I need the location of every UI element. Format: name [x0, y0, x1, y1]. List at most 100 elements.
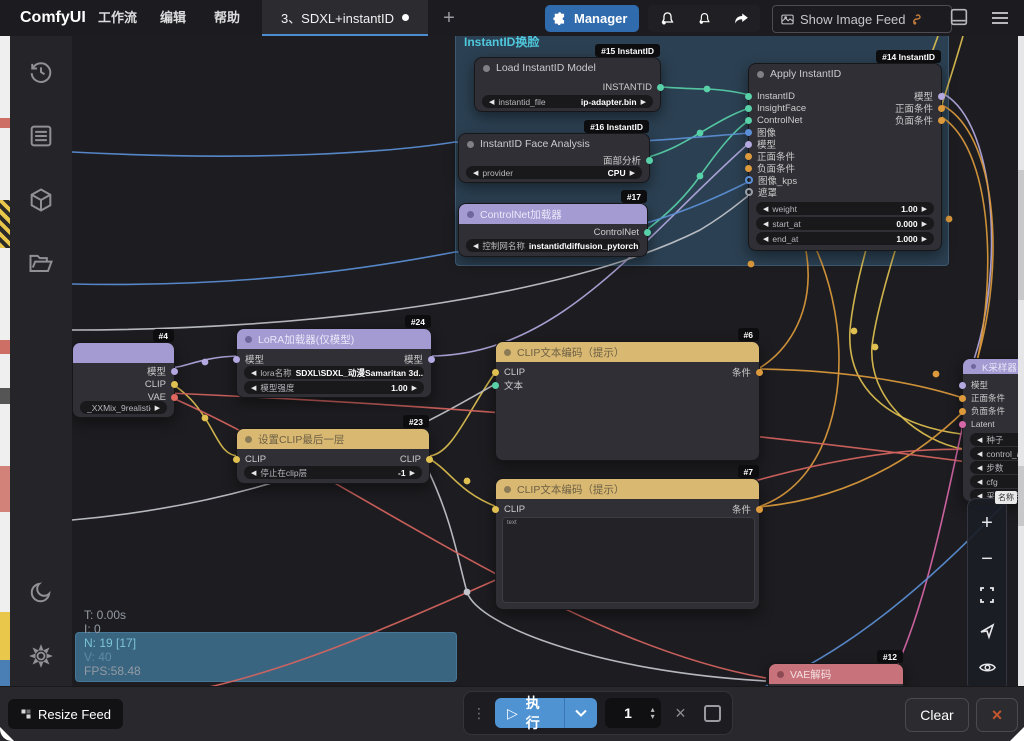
control-after-widget[interactable]: ◀control_af	[970, 447, 1024, 460]
node-header[interactable]: CLIP文本编码（提示）	[496, 479, 759, 499]
node-vae-decode[interactable]: #12 VAE解码	[768, 663, 904, 688]
ckpt-name-widget[interactable]: _XXMix_9realisticS...▶	[80, 401, 167, 414]
theme-moon-icon[interactable]	[27, 578, 55, 606]
node-apply-instantid[interactable]: #14 InstantID Apply InstantID InstantID …	[748, 63, 942, 251]
zoom-out-icon[interactable]: −	[976, 548, 998, 570]
input-slot-insightface[interactable]	[745, 105, 752, 112]
input-slot-model[interactable]	[959, 382, 966, 389]
collapse-dot[interactable]	[504, 349, 511, 356]
weight-widget[interactable]: ◀weight1.00▶	[756, 202, 934, 215]
share-arrow-icon[interactable]	[733, 10, 750, 27]
controlnet-name-widget[interactable]: ◀控制网名称instantid\diffusion_pytorch_...▶	[466, 239, 640, 252]
output-slot-model[interactable]	[938, 93, 945, 100]
workflow-tab[interactable]: 3、SDXL+instantID	[262, 0, 428, 36]
input-slot-image-kps[interactable]	[745, 176, 753, 184]
run-options-chevron-icon[interactable]	[565, 709, 597, 717]
zoom-in-icon[interactable]: +	[976, 512, 998, 534]
bell-icon[interactable]	[659, 10, 676, 27]
close-feed-button[interactable]: ×	[976, 698, 1018, 732]
node-header[interactable]: 设置CLIP最后一层	[237, 429, 429, 449]
menu-workflow[interactable]: 工作流	[98, 0, 137, 36]
input-slot-clip[interactable]	[492, 369, 499, 376]
run-button[interactable]: ▷执行	[495, 698, 597, 728]
stop-at-clip-layer-widget[interactable]: ◀停止在clip层-1▶	[244, 466, 422, 479]
input-slot-model[interactable]	[233, 356, 240, 363]
input-slot-image[interactable]	[745, 129, 752, 136]
manager-button[interactable]: Manager	[545, 5, 639, 32]
node-ksampler[interactable]: K采样器 模型 正面条件 负面条件 Latent ◀种子 ◀control_af…	[962, 358, 1024, 502]
batch-count-stepper[interactable]: 1 ▴▾	[605, 698, 660, 728]
toggle-links-eye-icon[interactable]	[976, 656, 998, 678]
node-clip-text-encode-positive[interactable]: #6 CLIP文本编码（提示） CLIP 条件 文本	[495, 341, 760, 461]
input-slot-text[interactable]	[492, 382, 499, 389]
node-header[interactable]: LoRA加载器(仅模型)	[237, 329, 431, 349]
output-slot-faceanalysis[interactable]	[646, 157, 653, 164]
menu-help[interactable]: 帮助	[214, 0, 240, 36]
collapse-dot[interactable]	[777, 671, 784, 678]
input-slot-clip[interactable]	[233, 456, 240, 463]
output-slot-clip[interactable]	[426, 456, 433, 463]
cancel-run-icon[interactable]: ×	[669, 703, 693, 724]
node-header[interactable]: K采样器	[963, 359, 1024, 374]
node-checkpoint-loader[interactable]: #4 模型 CLIP VAE _XXMix_9realisticS...▶	[72, 342, 175, 418]
output-slot-negative[interactable]	[938, 117, 945, 124]
node-instantid-face-analysis[interactable]: #16 InstantID InstantID Face Analysis 面部…	[458, 133, 650, 183]
input-slot-latent[interactable]	[959, 421, 966, 428]
bottom-panel-icon[interactable]	[948, 6, 970, 28]
collapse-dot[interactable]	[504, 486, 511, 493]
collapse-dot[interactable]	[467, 211, 474, 218]
clear-button[interactable]: Clear	[905, 698, 969, 732]
history-icon[interactable]	[27, 58, 55, 86]
node-header[interactable]	[73, 343, 174, 363]
node-clip-set-last-layer[interactable]: #23 设置CLIP最后一层 CLIP CLIP ◀停止在clip层-1▶	[236, 428, 430, 484]
collapse-dot[interactable]	[245, 336, 252, 343]
bell-small-icon[interactable]	[697, 11, 712, 26]
output-slot-positive[interactable]	[938, 105, 945, 112]
output-slot-conditioning[interactable]	[756, 369, 763, 376]
input-slot-instantid[interactable]	[745, 93, 752, 100]
node-controlnet-loader[interactable]: #17 ControlNet加载器 ControlNet ◀控制网名称insta…	[458, 203, 648, 257]
output-slot-controlnet[interactable]	[644, 229, 651, 236]
input-slot-positive[interactable]	[959, 395, 966, 402]
node-lora-loader[interactable]: #24 LoRA加载器(仅模型) 模型 模型 ◀lora名称SDXL\SDXL_…	[236, 328, 432, 398]
widget-next-icon[interactable]: ▶	[155, 404, 160, 412]
collapse-dot[interactable]	[467, 141, 474, 148]
seed-widget[interactable]: ◀种子	[970, 433, 1024, 446]
prompt-textarea[interactable]: text	[502, 517, 755, 603]
instantid-file-widget[interactable]: ◀instantid_fileip-adapter.bin▶	[482, 95, 653, 108]
output-slot-conditioning[interactable]	[756, 506, 763, 513]
select-cursor-icon[interactable]	[976, 620, 998, 642]
output-slot-clip[interactable]	[171, 381, 178, 388]
settings-gear-icon[interactable]	[27, 642, 55, 670]
node-header[interactable]: Load InstantID Model	[475, 58, 660, 78]
output-slot-instantid[interactable]	[657, 84, 664, 91]
drag-handle[interactable]: ⋮	[472, 705, 487, 722]
output-slot-model[interactable]	[428, 356, 435, 363]
input-slot-controlnet[interactable]	[745, 117, 752, 124]
end-at-widget[interactable]: ◀end_at1.000▶	[756, 232, 934, 245]
resize-feed-button[interactable]: Resize Feed	[8, 699, 123, 729]
collapse-dot[interactable]	[483, 65, 490, 72]
output-slot-model[interactable]	[171, 368, 178, 375]
model-library-icon[interactable]	[27, 186, 55, 214]
input-slot-positive[interactable]	[745, 153, 752, 160]
new-workflow-button[interactable]: +	[436, 4, 462, 32]
count-down-icon[interactable]: ▾	[651, 713, 655, 720]
node-header[interactable]: Apply InstantID	[749, 64, 941, 84]
steps-widget[interactable]: ◀步数	[970, 461, 1024, 474]
node-load-instantid-model[interactable]: #15 InstantID Load InstantID Model INSTA…	[474, 57, 661, 112]
lora-name-widget[interactable]: ◀lora名称SDXL\SDXL_动漫Samaritan 3d...▶	[244, 366, 424, 379]
node-header[interactable]: VAE解码	[769, 664, 903, 684]
input-slot-negative[interactable]	[745, 165, 752, 172]
input-slot-model[interactable]	[745, 141, 752, 148]
queue-log-icon[interactable]	[27, 122, 55, 150]
hamburger-menu-icon[interactable]	[988, 6, 1012, 30]
collapse-dot[interactable]	[971, 364, 976, 369]
provider-widget[interactable]: ◀providerCPU▶	[466, 166, 642, 179]
collapse-dot[interactable]	[757, 71, 764, 78]
node-clip-text-encode-negative[interactable]: #7 CLIP文本编码（提示） CLIP 条件 text	[495, 478, 760, 610]
start-at-widget[interactable]: ◀start_at0.000▶	[756, 217, 934, 230]
menu-edit[interactable]: 编辑	[160, 0, 186, 36]
input-slot-negative[interactable]	[959, 408, 966, 415]
fit-view-icon[interactable]	[976, 584, 998, 606]
